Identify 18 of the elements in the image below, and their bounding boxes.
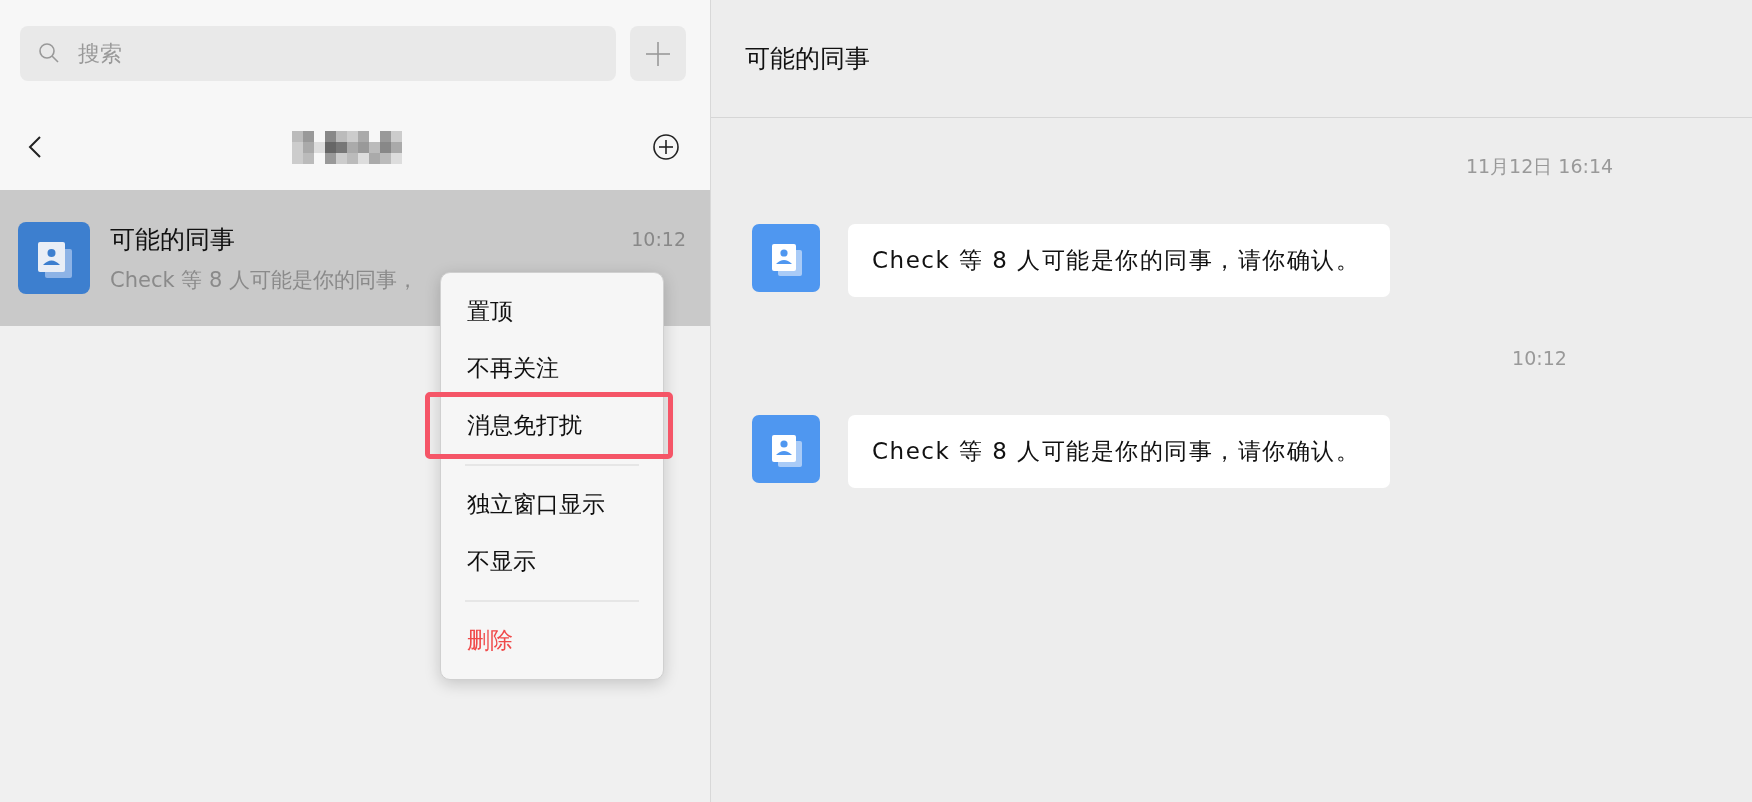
contact-card-icon bbox=[18, 222, 90, 294]
search-field[interactable]: 搜索 bbox=[20, 26, 616, 81]
chat-name: 可能的同事 bbox=[110, 223, 235, 256]
menu-item[interactable]: 消息免打扰 bbox=[425, 392, 673, 459]
message-bubble: Check 等 8 人可能是你的同事，请你确认。 bbox=[848, 415, 1391, 488]
contact-card-icon bbox=[752, 415, 820, 483]
chat-preview: Check 等 8 人可能是你的同事， bbox=[110, 266, 419, 294]
add-circle-icon[interactable] bbox=[652, 133, 680, 161]
back-icon[interactable] bbox=[28, 135, 42, 159]
contact-card-icon bbox=[752, 224, 820, 292]
plus-icon bbox=[645, 40, 671, 67]
timestamp: 11月12日 16:14 bbox=[1465, 154, 1614, 179]
timestamp: 10:12 bbox=[1512, 347, 1567, 369]
conversation-title: 可能的同事 bbox=[745, 43, 870, 75]
menu-item[interactable]: 不显示 bbox=[441, 533, 663, 590]
chat-time: 10:12 bbox=[631, 228, 686, 250]
message-bubble: Check 等 8 人可能是你的同事，请你确认。 bbox=[848, 224, 1391, 297]
menu-item[interactable]: 独立窗口显示 bbox=[441, 476, 663, 533]
